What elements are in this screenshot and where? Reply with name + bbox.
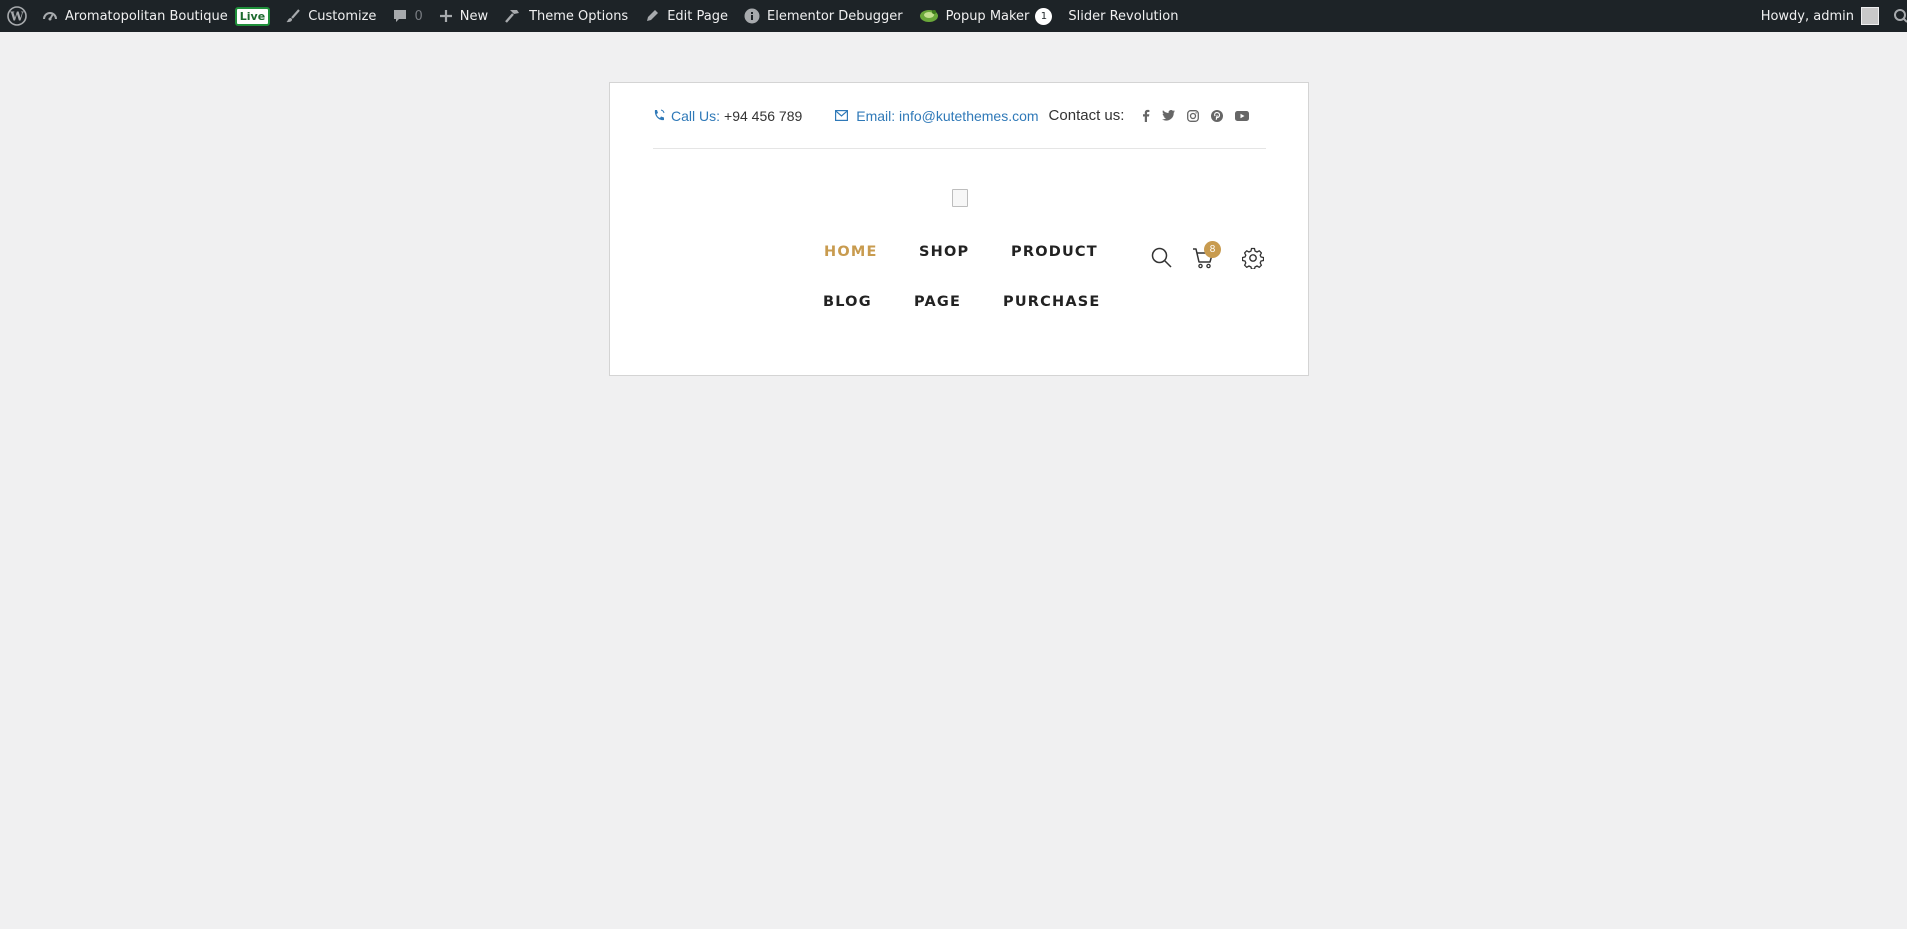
settings-gear-icon[interactable]: [1242, 247, 1264, 269]
site-name-label: Aromatopolitan Boutique: [65, 8, 228, 24]
nav-item-blog[interactable]: BLOG: [823, 294, 872, 310]
slider-revolution-label: Slider Revolution: [1068, 8, 1179, 24]
wordpress-icon: W: [7, 6, 27, 26]
theme-options-label: Theme Options: [529, 8, 629, 24]
plus-icon: [439, 9, 453, 23]
svg-text:W: W: [9, 10, 24, 24]
contact-label: Contact us:: [1048, 107, 1125, 124]
cart-button[interactable]: 8: [1192, 241, 1221, 269]
customize-button[interactable]: Customize: [277, 0, 384, 32]
hammer-icon: [504, 8, 522, 24]
nav-item-page[interactable]: PAGE: [914, 294, 961, 310]
call-number: +94 456 789: [724, 107, 803, 124]
phone-icon: [653, 109, 665, 122]
nav-item-purchase[interactable]: PURCHASE: [1003, 294, 1101, 310]
wordpress-logo-button[interactable]: W: [0, 0, 34, 32]
pinterest-icon[interactable]: [1211, 109, 1224, 122]
social-links: [1142, 109, 1250, 122]
facebook-icon[interactable]: [1142, 109, 1150, 122]
popup-maker-button[interactable]: Popup Maker 1: [911, 0, 1061, 32]
popup-maker-count: 1: [1035, 7, 1053, 25]
avatar: [1861, 7, 1879, 25]
slider-revolution-button[interactable]: Slider Revolution: [1060, 0, 1186, 32]
elementor-debugger-button[interactable]: Elementor Debugger: [736, 0, 911, 32]
new-label: New: [459, 8, 489, 24]
call-us[interactable]: Call Us: +94 456 789: [653, 108, 802, 124]
email-link[interactable]: Email: info@kutethemes.com: [835, 107, 1039, 124]
comment-icon: [392, 8, 408, 24]
info-icon: [744, 8, 760, 24]
cart-count-badge: 8: [1204, 241, 1221, 258]
nav-item-product[interactable]: PRODUCT: [1011, 244, 1098, 260]
nav-item-shop[interactable]: SHOP: [919, 244, 969, 260]
call-label: Call Us:: [671, 107, 721, 124]
dashboard-icon: [42, 8, 58, 24]
envelope-icon: [835, 110, 849, 121]
twitter-icon[interactable]: [1162, 110, 1176, 121]
youtube-icon[interactable]: [1235, 110, 1250, 121]
site-name-menu[interactable]: Aromatopolitan Boutique Live: [34, 0, 277, 32]
theme-options-button[interactable]: Theme Options: [496, 0, 636, 32]
pencil-icon: [644, 8, 660, 24]
instagram-icon[interactable]: [1187, 109, 1200, 122]
wp-admin-bar: W Aromatopolitan Boutique Live Customize…: [0, 0, 1907, 32]
admin-search-button[interactable]: [1887, 0, 1907, 32]
comments-count: 0: [414, 8, 423, 24]
live-badge: Live: [234, 6, 271, 26]
new-content-button[interactable]: New: [431, 0, 496, 32]
howdy-label: Howdy, admin: [1760, 8, 1854, 24]
brush-icon: [285, 8, 301, 24]
email-text: Email: info@kutethemes.com: [856, 107, 1039, 124]
edit-page-button[interactable]: Edit Page: [636, 0, 736, 32]
popup-maker-label: Popup Maker: [945, 8, 1030, 24]
search-icon: [1893, 8, 1907, 24]
site-header: Call Us: +94 456 789 Email: info@kutethe…: [609, 82, 1309, 376]
header-topbar: Call Us: +94 456 789 Email: info@kutethe…: [653, 83, 1266, 149]
nav-item-home[interactable]: HOME: [824, 244, 878, 260]
my-account-menu[interactable]: Howdy, admin: [1753, 0, 1887, 32]
comments-button[interactable]: 0: [384, 0, 430, 32]
admin-bar-right: Howdy, admin: [1753, 0, 1907, 32]
header-search-icon[interactable]: [1151, 247, 1172, 268]
edit-page-label: Edit Page: [667, 8, 728, 24]
popup-maker-icon: [919, 8, 939, 24]
site-logo[interactable]: [952, 189, 968, 207]
customize-label: Customize: [308, 8, 377, 24]
elementor-debugger-label: Elementor Debugger: [767, 8, 903, 24]
